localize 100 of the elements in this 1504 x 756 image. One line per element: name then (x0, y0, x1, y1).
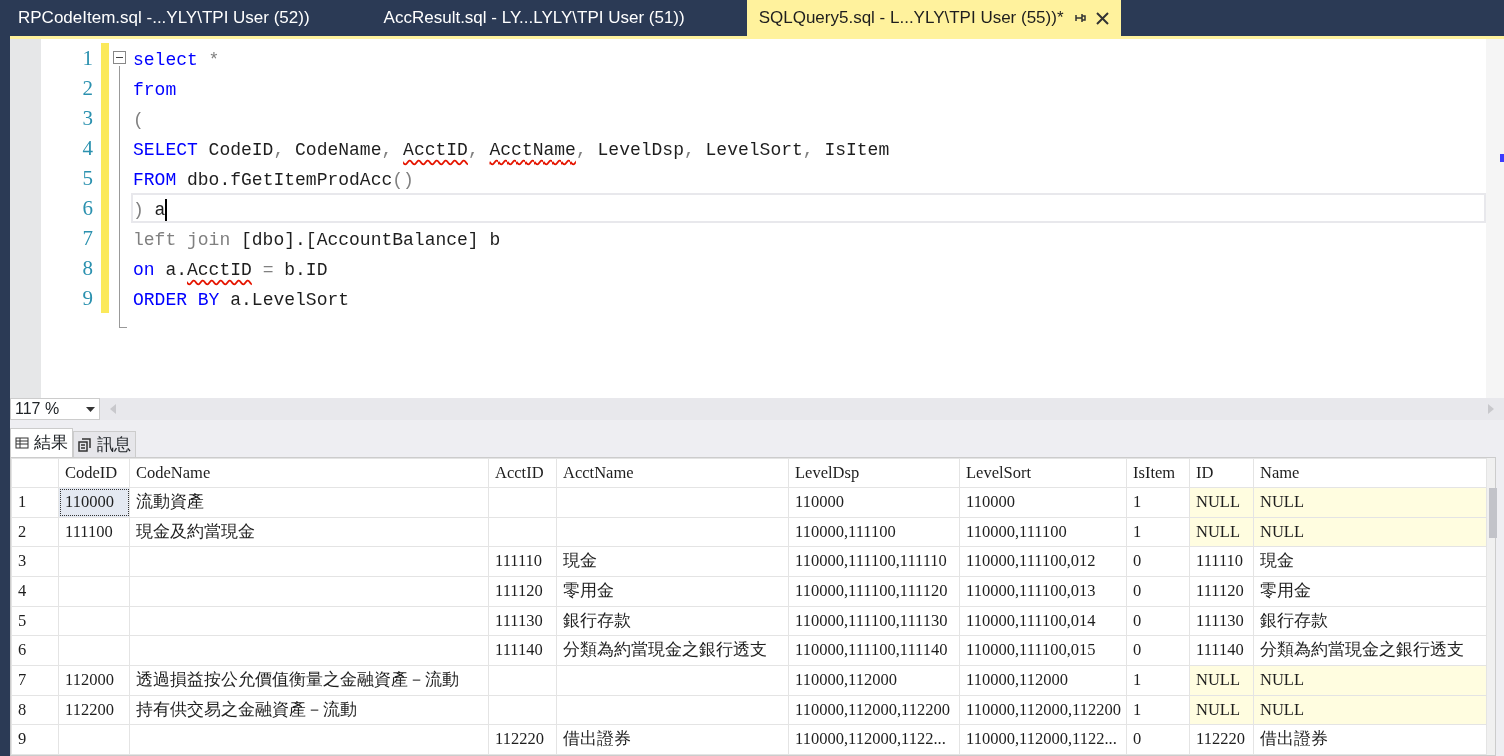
results-tab[interactable]: 訊息 (73, 431, 136, 457)
close-icon[interactable] (1095, 11, 1109, 25)
line-number: 2 (81, 75, 94, 102)
table-cell: 0 (1126, 635, 1190, 666)
table-cell: 112220 (488, 724, 557, 755)
collapse-icon[interactable] (113, 51, 126, 64)
right-arrow-icon[interactable] (1488, 404, 1494, 414)
column-header[interactable]: CodeName (129, 458, 489, 488)
column-header[interactable]: LevelSort (959, 458, 1127, 488)
vertical-scrollbar[interactable] (1487, 458, 1495, 755)
table-cell: 110000 (959, 487, 1127, 518)
code-line: ( (132, 109, 145, 132)
table-cell: NULL (1189, 665, 1254, 696)
table-cell: 1 (1126, 517, 1190, 547)
table-cell: NULL (1253, 695, 1487, 725)
table-cell: 110000,112000,1122... (959, 724, 1127, 755)
table-cell: 零用金 (1253, 576, 1487, 607)
row-number: 7 (11, 665, 59, 696)
table-cell: 現金 (556, 546, 789, 577)
table-cell: 110000,111100,111130 (788, 606, 960, 636)
row-number: 8 (11, 695, 59, 725)
table-cell: 110000,111100,111120 (788, 576, 960, 607)
table-cell: NULL (1189, 695, 1254, 725)
table-cell: 分類為約當現金之銀行透支 (1253, 635, 1487, 666)
table-cell: 111130 (1189, 606, 1254, 636)
zoom-dropdown[interactable]: 117 % (10, 398, 100, 420)
column-header[interactable]: CodeID (58, 458, 130, 488)
line-number: 6 (81, 195, 94, 222)
row-number: 9 (11, 724, 59, 755)
document-tab[interactable]: AccResult.sql - LY...LYLY\TPI User (51)) (371, 0, 697, 36)
table-cell: 0 (1126, 606, 1190, 636)
table-cell: 110000,112000,112200 (788, 695, 960, 725)
table-cell: 1 (1126, 665, 1190, 696)
code-line: SELECT CodeID, CodeName, AcctID, AcctName, LevelDsp, LevelSort, IsItem (132, 139, 891, 162)
table-cell: 110000,111100,111110 (788, 546, 960, 577)
column-header[interactable]: Name (1253, 458, 1487, 488)
dropdown-arrow-icon (86, 406, 95, 412)
column-header[interactable]: ID (1189, 458, 1254, 488)
row-number: 1 (11, 487, 59, 518)
left-arrow-icon[interactable] (110, 404, 116, 414)
line-number: 4 (81, 135, 94, 162)
table-cell: 流動資產 (129, 487, 489, 518)
table-cell: 借出證券 (1253, 724, 1487, 755)
line-number: 5 (81, 165, 94, 192)
column-header[interactable]: AcctID (488, 458, 557, 488)
table-cell: NULL (1189, 517, 1254, 547)
results-tab[interactable]: 結果 (10, 428, 73, 457)
column-header[interactable]: IsItem (1126, 458, 1190, 488)
table-cell: 持有供交易之金融資產－流動 (129, 695, 489, 725)
line-number: 1 (81, 45, 94, 72)
table-cell: 111110 (488, 546, 557, 577)
code-line: FROM dbo.fGetItemProdAcc() (132, 169, 415, 192)
table-cell: 111140 (488, 635, 557, 666)
pin-icon[interactable] (1073, 12, 1086, 24)
document-tab[interactable]: RPCodeItem.sql -...YLY\TPI User (52)) (6, 0, 322, 36)
table-cell: 0 (1126, 546, 1190, 577)
row-number: 2 (11, 517, 59, 547)
table-cell: 分類為約當現金之銀行透支 (556, 635, 789, 666)
table-cell: 1 (1126, 487, 1190, 518)
table-cell: 110000,111100,015 (959, 635, 1127, 666)
line-number: 7 (81, 225, 94, 252)
table-cell: 零用金 (556, 576, 789, 607)
table-cell: 110000,112000,112200 (959, 695, 1127, 725)
row-number: 4 (11, 576, 59, 607)
table-cell: 借出證券 (556, 724, 789, 755)
table-cell: 1 (1126, 695, 1190, 725)
table-cell: 透過損益按公允價值衡量之金融資產－流動 (129, 665, 489, 696)
code-line: from (132, 79, 178, 102)
document-icon (78, 437, 92, 452)
table-cell: 銀行存款 (556, 606, 789, 636)
table-cell: 110000,111100 (788, 517, 960, 547)
code-line: left join [dbo].[AccountBalance] b (132, 229, 502, 252)
column-header[interactable]: AcctName (556, 458, 789, 488)
column-header[interactable]: LevelDsp (788, 458, 960, 488)
table-cell: NULL (1253, 517, 1487, 547)
table-cell: 銀行存款 (1253, 606, 1487, 636)
table-cell: 110000,111100,012 (959, 546, 1127, 577)
grid-icon (15, 436, 29, 450)
code-line: select * (132, 49, 221, 72)
vertical-scrollbar[interactable] (1486, 39, 1504, 398)
document-tab[interactable]: SQLQuery5.sql - L...YLY\TPI User (55))* (746, 0, 1121, 36)
table-cell: 0 (1126, 724, 1190, 755)
table-cell: 112200 (58, 695, 130, 725)
table-cell: NULL (1253, 487, 1487, 518)
code-line: ORDER BY a.LevelSort (132, 289, 351, 312)
table-cell: 110000,111100,111140 (788, 635, 960, 666)
table-cell: 110000,112000 (788, 665, 960, 696)
table-cell: 110000 (788, 487, 960, 518)
line-number: 9 (81, 285, 94, 312)
table-cell: 112000 (58, 665, 130, 696)
table-cell: 111130 (488, 606, 557, 636)
table-cell: 110000,112000 (959, 665, 1127, 696)
table-cell: 110000,111100,014 (959, 606, 1127, 636)
row-number: 6 (11, 635, 59, 666)
row-number: 5 (11, 606, 59, 636)
table-cell: 111100 (58, 517, 130, 547)
table-cell: 111120 (488, 576, 557, 607)
row-number: 3 (11, 546, 59, 577)
table-cell: 110000 (58, 487, 130, 518)
table-cell: NULL (1253, 665, 1487, 696)
